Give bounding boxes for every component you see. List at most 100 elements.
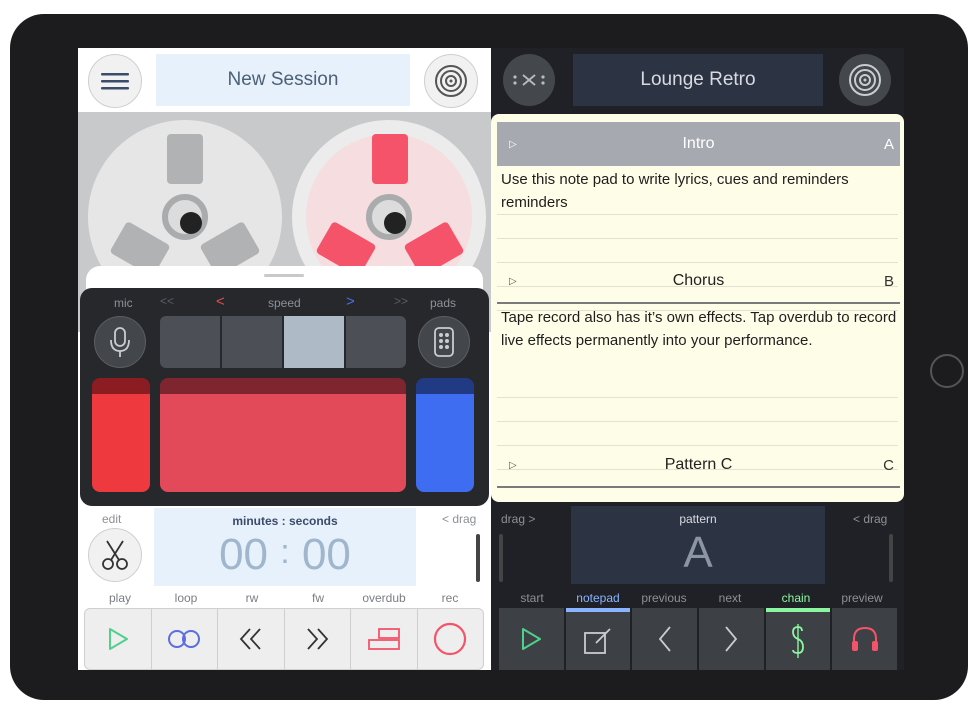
play-button[interactable] — [85, 609, 152, 669]
app-screen: New Session mic << < speed > >> pads edi… — [78, 48, 904, 670]
close-pattern-button[interactable] — [503, 54, 555, 106]
rewind-icon — [239, 628, 261, 650]
chevron-left-icon — [658, 626, 671, 652]
speed-segment-active[interactable] — [284, 316, 344, 368]
drag-handle-right[interactable] — [889, 534, 893, 582]
play-section-icon[interactable]: ▷ — [509, 276, 517, 287]
chain-icon — [792, 624, 804, 658]
tape-transport — [84, 608, 484, 670]
speed-segment[interactable] — [160, 316, 220, 368]
remote-pads-icon — [434, 327, 454, 357]
broadcast-button-right[interactable] — [839, 54, 891, 106]
pattern-value: A — [683, 528, 713, 577]
minutes-value: 00 — [219, 530, 269, 579]
loop-label: loop — [174, 591, 198, 605]
speed-segment[interactable] — [346, 316, 406, 368]
play-section-icon[interactable]: ▷ — [509, 460, 517, 471]
preview-label: preview — [841, 591, 883, 605]
time-display: minutes : seconds 00 : 00 — [154, 508, 416, 586]
loop-button[interactable] — [152, 609, 218, 669]
project-title[interactable]: Lounge Retro — [573, 54, 823, 106]
notepad-button[interactable] — [565, 608, 631, 670]
note-title: Intro — [682, 135, 715, 152]
close-dots-icon — [513, 74, 545, 86]
loop-icon — [168, 630, 201, 648]
pads-button[interactable] — [418, 316, 470, 368]
note-section-header[interactable]: ▷ Pattern C C — [497, 444, 900, 488]
note-section-header[interactable]: ▷ Chorus B — [497, 260, 900, 304]
speed-label: speed — [268, 296, 301, 310]
hamburger-icon — [101, 73, 129, 90]
overdub-label: overdub — [362, 591, 406, 605]
top-button — [76, 20, 116, 28]
drag-handle[interactable] — [476, 534, 480, 582]
chain-button[interactable] — [765, 608, 831, 670]
record-button[interactable] — [418, 609, 484, 669]
chevron-right-icon — [725, 626, 738, 652]
top-button — [128, 20, 168, 28]
note-section-header-active[interactable]: ▷ Intro A — [497, 122, 900, 166]
drag-handle-left[interactable] — [499, 534, 503, 582]
headphones-icon — [851, 626, 878, 651]
note-text[interactable]: Use this note pad to write lyrics, cues … — [501, 168, 897, 214]
drag-left-label: drag > — [501, 512, 536, 526]
record-icon — [434, 622, 467, 656]
reel-hub — [366, 194, 412, 240]
note-letter: C — [883, 456, 894, 474]
mic-button[interactable] — [94, 316, 146, 368]
note-letter: A — [883, 135, 894, 153]
notepad-panel: Lounge Retro ▷ Intro A Use this note pad… — [491, 48, 904, 670]
time-separator: : — [280, 533, 290, 571]
session-title[interactable]: New Session — [156, 54, 410, 106]
menu-button[interactable] — [88, 54, 142, 108]
pattern-display[interactable]: pattern A — [571, 506, 825, 584]
right-pad[interactable] — [416, 378, 474, 492]
preview-button[interactable] — [832, 608, 898, 670]
speed-down-arrow[interactable]: < — [216, 293, 225, 310]
fw-label: fw — [312, 591, 324, 605]
play-icon — [108, 628, 128, 650]
rw-label: rw — [245, 591, 259, 605]
overdub-button[interactable] — [351, 609, 418, 669]
play-icon — [522, 628, 542, 650]
speed-up-arrow[interactable]: > — [346, 293, 355, 310]
note-text[interactable]: Tape record also has it’s own effects. T… — [501, 306, 897, 352]
forward-icon — [307, 628, 329, 650]
notepad-label: notepad — [576, 591, 620, 605]
pattern-label: pattern — [679, 512, 717, 526]
rewind-button[interactable] — [218, 609, 285, 669]
note-title: Pattern C — [664, 456, 733, 473]
reel-hub — [162, 194, 208, 240]
reel-spoke — [167, 134, 203, 184]
ff-speed-arrows[interactable]: >> — [394, 294, 408, 308]
pattern-transport — [499, 608, 898, 670]
notepad[interactable]: ▷ Intro A Use this note pad to write lyr… — [491, 114, 904, 502]
left-pad[interactable] — [92, 378, 150, 492]
forward-button[interactable] — [285, 609, 351, 669]
broadcast-button[interactable] — [424, 54, 478, 108]
note-letter: B — [883, 272, 894, 290]
edit-button[interactable] — [88, 528, 142, 582]
home-button[interactable] — [930, 354, 964, 388]
next-button[interactable] — [699, 608, 764, 670]
mixer-panel: mic << < speed > >> pads — [80, 288, 489, 506]
previous-button[interactable] — [632, 608, 698, 670]
broadcast-icon — [435, 65, 467, 97]
speed-segment[interactable] — [222, 316, 282, 368]
play-section-icon[interactable]: ▷ — [509, 139, 517, 150]
center-pad[interactable] — [160, 378, 406, 492]
reel-spoke — [372, 134, 408, 184]
microphone-icon — [110, 327, 130, 357]
rewind-speed-arrows[interactable]: << — [160, 294, 174, 308]
drag-right-label: < drag — [853, 512, 888, 526]
edit-note-icon — [584, 628, 611, 654]
play-label: play — [108, 591, 131, 605]
rec-label: rec — [441, 591, 459, 605]
overdub-icon — [367, 628, 400, 650]
pattern-bar: drag > pattern A < drag — [491, 504, 904, 592]
next-label: next — [718, 591, 742, 605]
broadcast-icon — [849, 64, 881, 96]
edit-label: edit — [102, 512, 122, 526]
note-title: Chorus — [672, 272, 725, 289]
start-button[interactable] — [499, 608, 564, 670]
